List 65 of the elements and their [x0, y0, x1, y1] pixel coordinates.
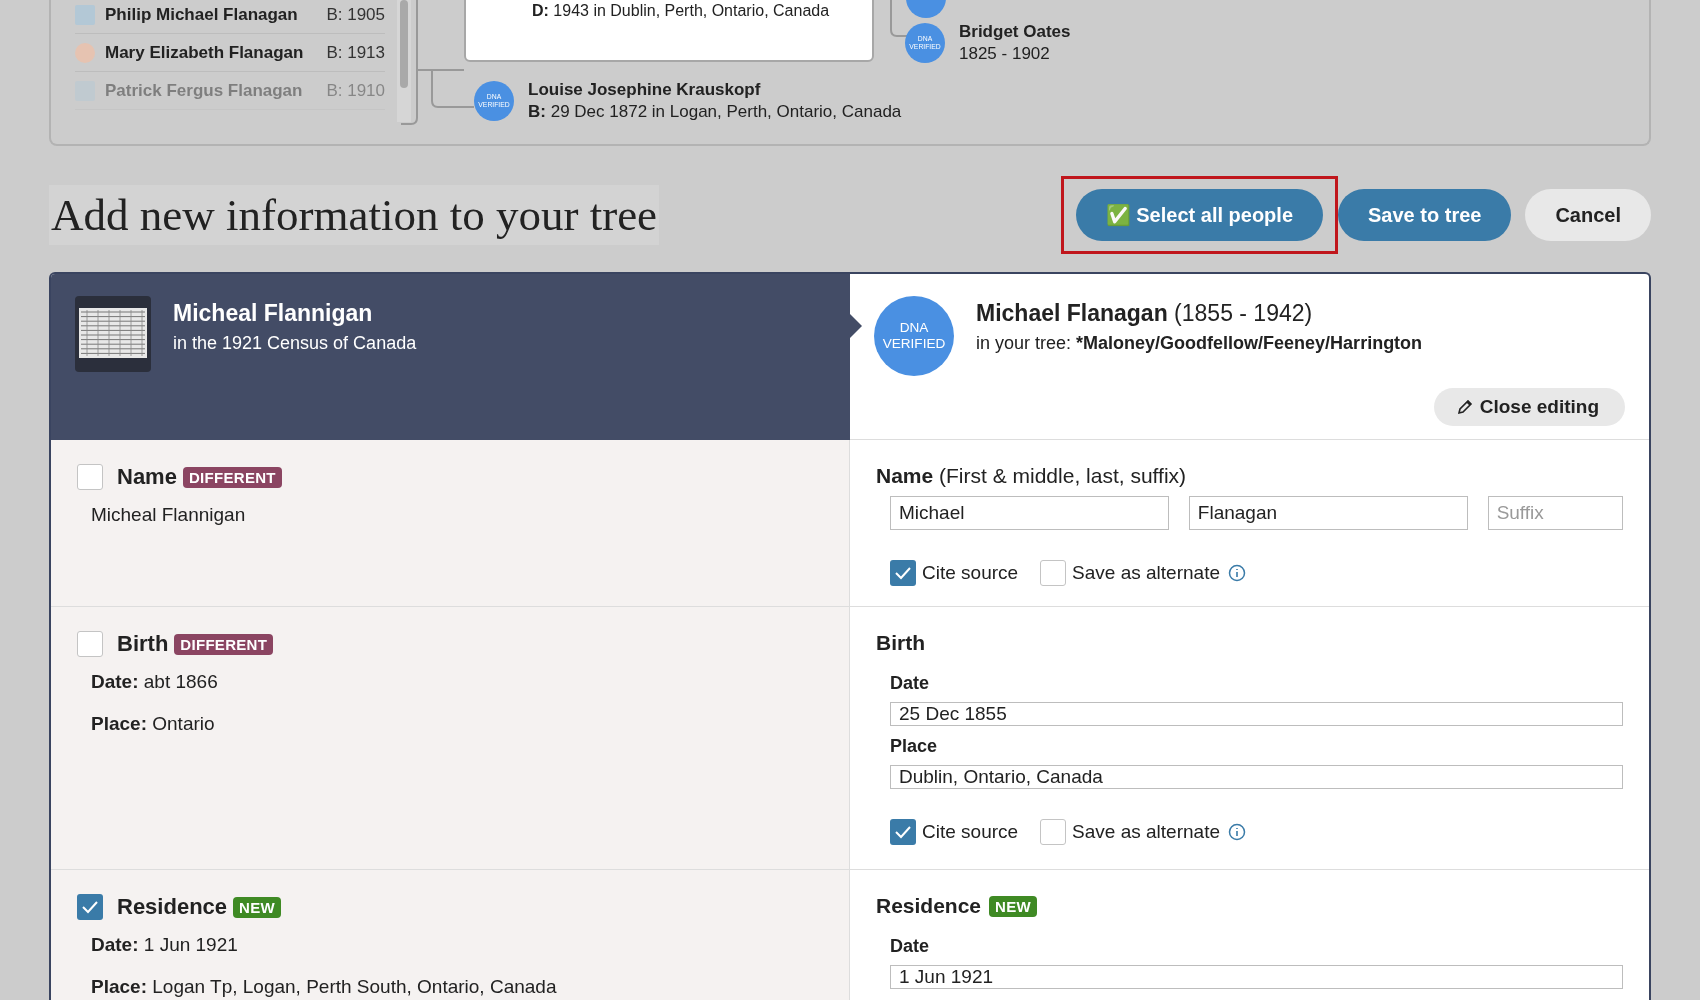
scrollbar[interactable] — [397, 0, 411, 122]
check-icon — [894, 566, 912, 580]
birth-year: B: 1913 — [326, 42, 385, 63]
input-field[interactable]: Flanagan — [1188, 496, 1468, 530]
status-tag: DIFFERENT — [174, 633, 274, 655]
death-info: D: 1943 in Dublin, Perth, Ontario, Canada — [532, 2, 830, 19]
fact-detail: Micheal Flannigan — [91, 504, 247, 526]
info-icon[interactable] — [1228, 564, 1246, 582]
option-checkbox[interactable] — [890, 819, 916, 845]
male-icon — [75, 4, 95, 25]
action-button[interactable]: Cancel — [1525, 189, 1651, 241]
dna-verified-badge: DNA VERIFIED — [874, 296, 954, 376]
check-icon — [894, 825, 912, 839]
fact-label: Residence — [117, 894, 228, 920]
fact-detail: Date: abt 1866 — [91, 671, 219, 693]
birth-year: B: 1910 — [326, 80, 385, 101]
female-icon — [75, 42, 95, 63]
input-field[interactable]: 1 Jun 1921 — [890, 965, 1623, 989]
edit-title: Birth — [876, 631, 925, 655]
close-editing-button[interactable]: Close editing — [1433, 387, 1625, 426]
option-label: Save as alternate — [1072, 562, 1220, 584]
option-checkbox[interactable] — [1040, 819, 1067, 845]
status-tag: NEW — [233, 896, 281, 918]
input-field[interactable]: Suffix — [1487, 496, 1623, 530]
input-field[interactable]: 25 Dec 1855 — [890, 702, 1623, 726]
tree-name: in your tree: *Maloney/Goodfellow/Feeney/Harrington — [976, 333, 1424, 354]
check-icon — [81, 900, 99, 914]
birth-info: B: 29 Dec 1872 in Logan, Perth, Ontario, Canada — [528, 102, 902, 122]
option-checkbox[interactable] — [890, 560, 916, 586]
record-name: Micheal Flannigan — [173, 300, 374, 327]
person-name[interactable]: Mary Elizabeth Flanagan — [105, 42, 317, 63]
input-field[interactable]: Dublin, Ontario, Canada — [890, 765, 1623, 789]
fact-checkbox[interactable] — [77, 464, 103, 490]
edit-title: Residence — [876, 894, 982, 918]
status-tag: DIFFERENT — [182, 466, 282, 488]
fact-detail: Place: Logan Tp, Logan, Perth South, Ontario, Canada — [91, 976, 558, 998]
person-card[interactable]: D: 1943 in Dublin, Perth, Ontario, Canada — [464, 0, 874, 62]
action-button[interactable]: Save to tree — [1338, 189, 1512, 241]
page-title: Add new information to your tree — [49, 185, 660, 245]
input-field[interactable]: Michael — [890, 496, 1169, 530]
life-years: 1825 - 1902 — [959, 44, 1051, 64]
edit-title: Name (First & middle, last, suffix) — [876, 464, 1187, 488]
option-label: Cite source — [922, 821, 1019, 843]
field-label: Date — [890, 673, 930, 694]
fact-checkbox[interactable] — [77, 894, 103, 920]
status-tag: NEW — [989, 895, 1037, 917]
fact-label: Birth — [117, 631, 169, 657]
person-name[interactable]: Philip Michael Flanagan — [105, 4, 317, 25]
tree-person-name: Michael Flanagan (1855 - 1942) — [976, 300, 1314, 327]
person-name[interactable]: Louise Josephine Krauskopf — [528, 80, 902, 100]
option-label: Save as alternate — [1072, 821, 1220, 843]
field-label: Date — [890, 936, 930, 957]
action-button[interactable]: ✅ Select all people — [1075, 189, 1323, 241]
birth-year: B: 1905 — [326, 4, 385, 25]
field-label: Place — [890, 736, 939, 757]
option-checkbox[interactable] — [1040, 560, 1067, 586]
fact-checkbox[interactable] — [77, 631, 103, 657]
option-label: Cite source — [922, 562, 1019, 584]
fact-label: Name — [117, 464, 177, 490]
person-name[interactable]: Bridget Oates — [959, 22, 1071, 42]
pencil-icon — [1455, 397, 1474, 416]
fact-detail: Date: 1 Jun 1921 — [91, 934, 239, 956]
fact-detail: Place: Ontario — [91, 713, 216, 735]
info-icon[interactable] — [1228, 823, 1246, 841]
record-source: in the 1921 Census of Canada — [173, 333, 417, 354]
